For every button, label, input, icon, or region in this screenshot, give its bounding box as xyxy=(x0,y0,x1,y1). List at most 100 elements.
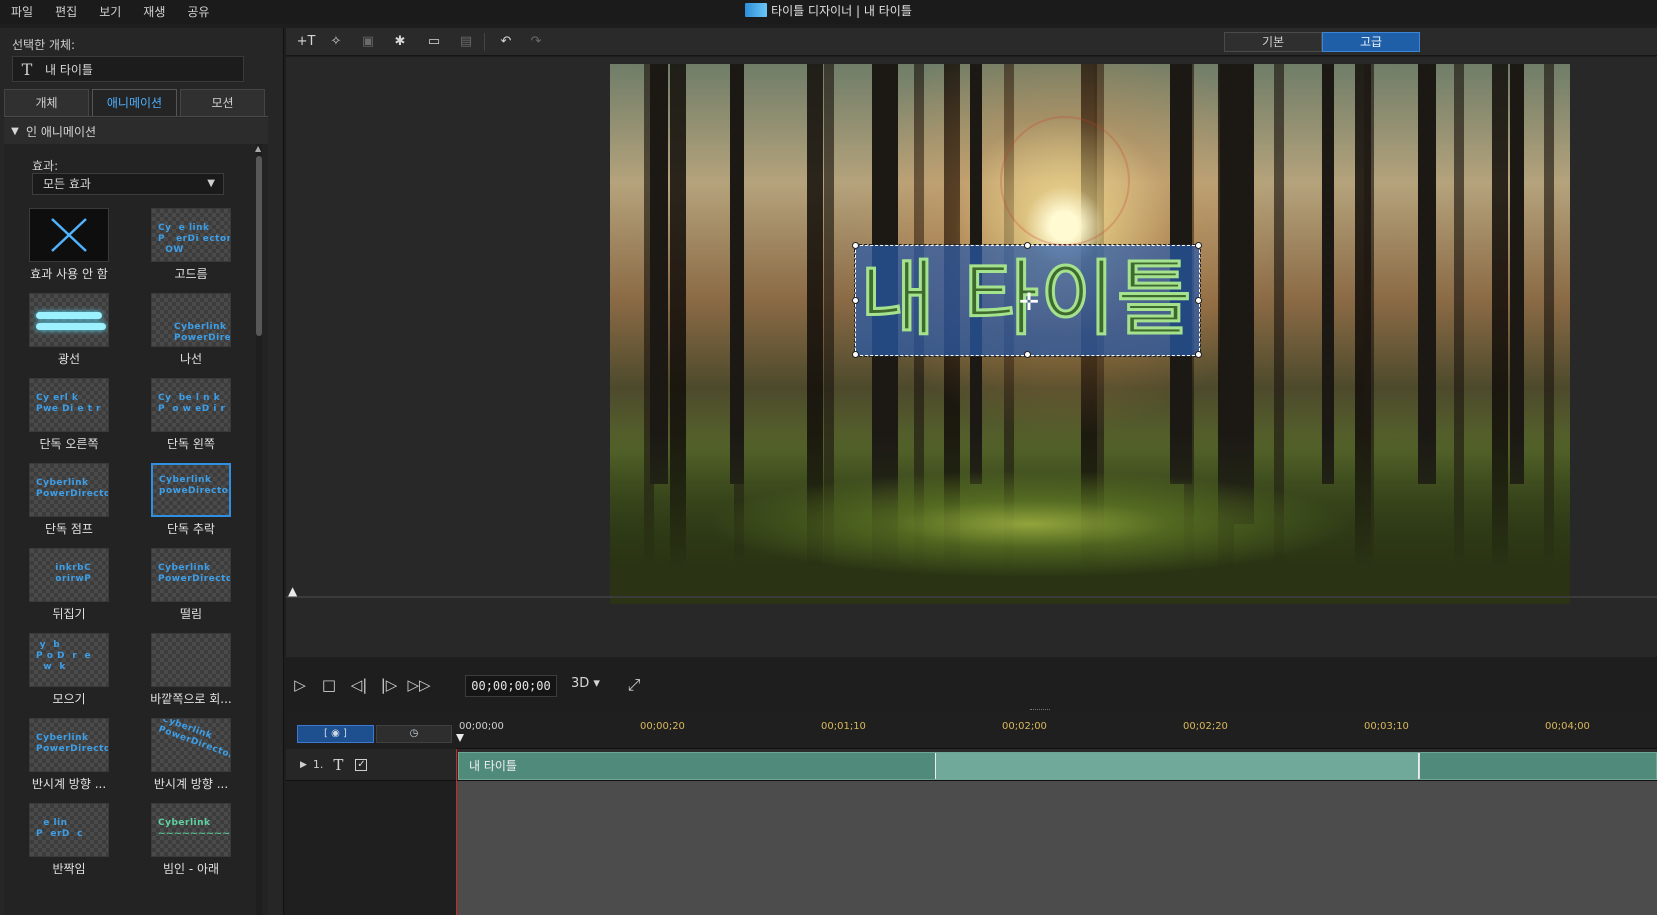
insert-text-icon[interactable]: +T xyxy=(292,31,320,53)
effect-item-label: 단독 오른쪽 xyxy=(39,437,99,451)
effect-item-solo-right[interactable]: Cy erl k Pwe Di e t r 단독 오른쪽 xyxy=(4,378,124,462)
clip-in-marker[interactable] xyxy=(935,753,936,779)
3d-mode-dropdown[interactable]: 3D ▾ xyxy=(571,676,600,691)
effect-item-solo-jump[interactable]: Cyberlink PowerDirector 단독 점프 xyxy=(4,463,124,547)
menu-edit[interactable]: 편집 xyxy=(44,0,88,24)
effect-item-label: 반시계 방향 ... xyxy=(31,777,107,791)
collapse-triangle-icon[interactable]: ▼ xyxy=(4,126,26,137)
effect-thumbnail-text: Cy erl k Pwe Di e t r xyxy=(36,393,101,414)
effect-item-rotate-outward[interactable]: 바깥쪽으로 회... xyxy=(126,633,246,717)
title-text-object[interactable]: 내 타이틀 ✛ xyxy=(852,116,1202,358)
window-title-text: 타이틀 디자이너 | 내 타이틀 xyxy=(771,4,912,18)
fast-forward-icon[interactable]: ▷▷ xyxy=(407,673,431,697)
effect-item-label: 빔인 - 아래 xyxy=(162,862,220,876)
scroll-up-icon[interactable]: ▲ xyxy=(255,144,261,153)
effect-item-beam-in-down[interactable]: Cyberlink ~~~~~~~~~ 빔인 - 아래 xyxy=(126,803,246,887)
resize-handle-top-right[interactable] xyxy=(1195,242,1202,249)
tab-animation[interactable]: 애니메이션 xyxy=(92,89,177,117)
expand-triangle-icon[interactable]: ▶ xyxy=(300,760,307,770)
effect-thumbnail xyxy=(151,633,231,687)
advanced-mode-button[interactable]: 고급 xyxy=(1322,32,1420,52)
effect-thumbnail-text: Cyberlink PowerDirecto xyxy=(174,322,231,343)
seek-slider-handle[interactable]: ▲ xyxy=(288,584,302,598)
resize-handle-bottom-left[interactable] xyxy=(852,351,859,358)
effect-item-shake[interactable]: Cyberlink PowerDirector 떨림 xyxy=(126,548,246,632)
insert-particle-icon[interactable]: ✧ xyxy=(322,31,350,53)
timeline-ruler[interactable]: 00;00;00 00;00;20 00;01;10 00;02;00 00;0… xyxy=(456,713,1657,749)
effect-thumbnail xyxy=(29,208,109,262)
effect-thumbnail-text: Cyberlink ~~~~~~~~~ xyxy=(158,818,231,839)
selected-object-field[interactable]: T 내 타이틀 xyxy=(12,56,244,82)
tab-motion[interactable]: 모션 xyxy=(180,89,265,117)
menu-file[interactable]: 파일 xyxy=(0,0,44,24)
ruler-tick: 00;02;20 xyxy=(1183,721,1228,732)
effect-item-gather[interactable]: y b P o D r e w k 모으기 xyxy=(4,633,124,717)
in-animation-section[interactable]: ▼ 인 애니메이션 xyxy=(4,118,268,144)
tab-object[interactable]: 개체 xyxy=(4,89,89,117)
effect-item-icicle[interactable]: Cy e link P erDi ector OW 고드름 xyxy=(126,208,246,292)
effect-item-solo-left[interactable]: Cy be l n k P o w eD i r t or 단독 왼쪽 xyxy=(126,378,246,462)
track-number: 1. xyxy=(312,758,324,771)
redo-icon[interactable]: ↷ xyxy=(522,31,550,53)
play-icon[interactable]: ▷ xyxy=(288,673,312,697)
menu-view[interactable]: 보기 xyxy=(88,0,132,24)
playhead-line xyxy=(456,749,457,915)
video-preview[interactable]: 내 타이틀 ✛ xyxy=(610,64,1570,604)
clip-middle-segment xyxy=(935,753,1419,779)
timecode-field[interactable]: 00;00;00;00 xyxy=(465,675,557,697)
tree-trunk xyxy=(1418,64,1436,484)
effect-dropdown-value: 모든 효과 xyxy=(43,177,91,191)
resize-handle-top-left[interactable] xyxy=(852,242,859,249)
resize-handle-bottom-right[interactable] xyxy=(1195,351,1202,358)
delete-icon[interactable]: ▤ xyxy=(452,31,480,53)
preview-seek-track[interactable] xyxy=(286,596,1657,598)
insert-image-icon[interactable]: ▣ xyxy=(354,31,382,53)
menu-playback[interactable]: 재생 xyxy=(132,0,176,24)
timeline-clock-button-icon[interactable]: ◷ xyxy=(376,725,452,743)
insert-background-icon[interactable]: ▭ xyxy=(420,31,448,53)
effect-thumbnail-text: Cyberlink poweDirector xyxy=(159,475,231,496)
undo-icon[interactable]: ↶ xyxy=(492,31,520,53)
resize-handle-top[interactable] xyxy=(1024,242,1031,249)
tree-trunk xyxy=(1510,64,1524,484)
effect-item-ray[interactable]: 광선 xyxy=(4,293,124,377)
effect-thumbnail: y b P o D r e w k xyxy=(29,633,109,687)
tree-trunk xyxy=(650,64,668,484)
next-frame-icon[interactable]: |▷ xyxy=(377,673,401,697)
track-headers: ▶ 1. T ✓ xyxy=(286,749,456,915)
title-clip[interactable]: 내 타이틀 xyxy=(458,752,1657,780)
properties-panel: 선택한 개체: T 내 타이틀 개체 애니메이션 모션 ▼ 인 애니메이션 효과… xyxy=(0,28,284,915)
clip-out-marker[interactable] xyxy=(1418,753,1419,779)
timeline-scope-button-icon[interactable]: [ ◉ ] xyxy=(297,725,374,743)
resize-handle-right[interactable] xyxy=(1195,297,1202,304)
scrollbar-thumb[interactable] xyxy=(256,156,262,336)
stop-icon[interactable]: □ xyxy=(317,673,341,697)
effect-item-label: 모으기 xyxy=(52,692,86,706)
playhead-marker[interactable] xyxy=(456,734,464,742)
panel-resize-grip[interactable] xyxy=(1030,709,1050,712)
effect-item-flip[interactable]: inkrbC orirwP 뒤집기 xyxy=(4,548,124,632)
effect-item-sparkle[interactable]: e lin P erD c 반짝임 xyxy=(4,803,124,887)
basic-mode-button[interactable]: 기본 xyxy=(1224,32,1322,52)
effect-item-ccw-2[interactable]: Cyberlink PowerDirector 반시계 방향 ... xyxy=(126,718,246,802)
effect-item-none[interactable]: 효과 사용 안 함 xyxy=(4,208,124,292)
track-area[interactable]: 내 타이틀 xyxy=(456,749,1657,915)
effect-thumbnail-text: Cy e link P erDi ector OW xyxy=(158,223,231,255)
insert-effect-icon[interactable]: ✱ xyxy=(386,31,414,53)
effect-item-spiral[interactable]: Cyberlink PowerDirecto 나선 xyxy=(126,293,246,377)
fullscreen-icon[interactable]: ⤢ xyxy=(622,673,646,697)
effect-thumbnail: Cyberlink ~~~~~~~~~ xyxy=(151,803,231,857)
effect-thumbnail-text: Cy be l n k P o w eD i r t or xyxy=(158,393,226,414)
resize-handle-left[interactable] xyxy=(852,297,859,304)
effect-item-solo-fall[interactable]: Cyberlink poweDirector 단독 추락 xyxy=(126,463,246,547)
animation-scroll-area[interactable]: ▼ 인 애니메이션 효과: 모든 효과 ▼ 효과 사용 안 함 Cy e lin… xyxy=(4,118,268,915)
panel-scrollbar[interactable]: ▲ xyxy=(255,144,262,915)
resize-handle-bottom[interactable] xyxy=(1024,351,1031,358)
effect-item-ccw-1[interactable]: Cyberlink PowerDirector 반시계 방향 ... xyxy=(4,718,124,802)
effect-dropdown[interactable]: 모든 효과 ▼ xyxy=(32,173,224,195)
move-crosshair-icon[interactable]: ✛ xyxy=(1019,290,1039,314)
selected-object-name: 내 타이틀 xyxy=(45,62,93,77)
track-visibility-checkbox[interactable]: ✓ xyxy=(355,758,368,771)
menu-share[interactable]: 공유 xyxy=(176,0,220,24)
previous-frame-icon[interactable]: ◁| xyxy=(347,673,371,697)
